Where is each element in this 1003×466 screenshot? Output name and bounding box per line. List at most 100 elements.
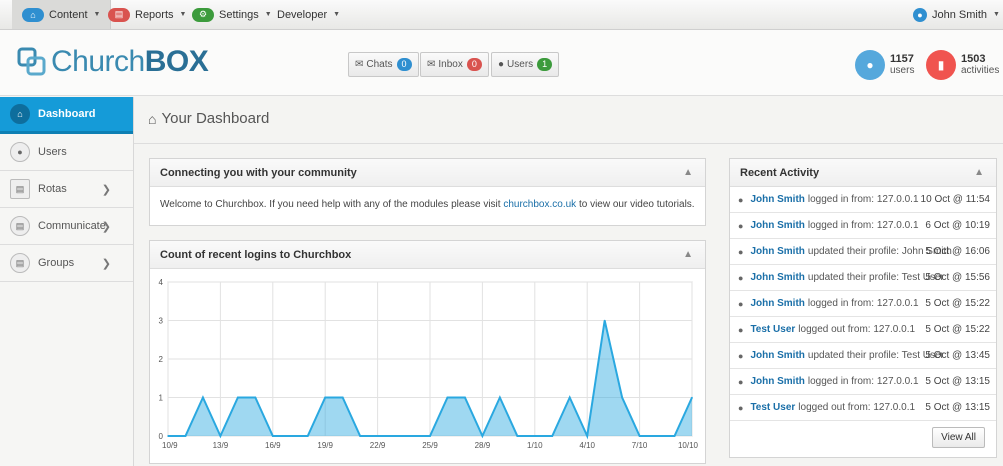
activity-time: 5 Oct @ 16:06 (925, 246, 990, 257)
sidebar-item-label: Communicate (38, 220, 106, 232)
data-point (272, 435, 274, 437)
chevron-down-icon: ▼ (179, 11, 187, 18)
nav-content-menu[interactable]: ⌂ Content ▼ (12, 0, 112, 29)
data-point (202, 396, 204, 399)
activity-time: 5 Oct @ 13:15 (925, 402, 990, 413)
activity-row: ● John Smith logged in from: 127.0.0.1 5 Oc… (730, 369, 996, 395)
activity-row: ● John Smith updated their profile: Test U… (730, 265, 996, 291)
chevron-up-icon[interactable]: ▲ (683, 249, 693, 260)
data-point (586, 435, 588, 437)
y-tick-label: 0 (159, 432, 164, 441)
nav-developer-menu[interactable]: Developer ▼ (277, 0, 340, 29)
sidebar-item-groups[interactable]: ▤ Groups ❯ (0, 245, 133, 282)
nav-settings-menu[interactable]: ⚙ Settings ▼ (192, 0, 272, 29)
nav-developer-label: Developer (277, 8, 328, 21)
churchbox-link[interactable]: churchbox.co.uk (503, 199, 576, 210)
data-point (167, 435, 169, 437)
data-point (464, 396, 466, 399)
x-tick-label: 19/9 (317, 441, 333, 450)
y-tick-label: 2 (159, 355, 164, 364)
user-icon: ● (498, 59, 505, 70)
inbox-button[interactable]: ✉ Inbox 0 (420, 52, 489, 77)
activity-text: logged in from: 127.0.0.1 (807, 194, 919, 205)
users-button[interactable]: ● Users 1 (491, 52, 560, 77)
activity-time: 5 Oct @ 13:15 (925, 376, 990, 387)
activity-user-link[interactable]: John Smith (750, 298, 804, 309)
activity-user-link[interactable]: Test User (750, 402, 795, 413)
x-tick-label: 4/10 (579, 441, 595, 450)
sidebar-item-rotas[interactable]: ▤ Rotas ❯ (0, 171, 133, 208)
logins-chart-panel: Count of recent logins to Churchbox ▲ 01… (149, 240, 706, 464)
data-point (516, 435, 519, 437)
welcome-panel: Connecting you with your community ▲ Wel… (149, 158, 706, 226)
user-menu[interactable]: ● John Smith ▼ (913, 0, 1000, 29)
table-icon: ▤ (10, 179, 30, 199)
user-icon: ● (738, 402, 744, 413)
activity-user-link[interactable]: John Smith (750, 194, 804, 205)
activity-text: logged out from: 127.0.0.1 (798, 324, 916, 335)
activity-user-link[interactable]: John Smith (750, 376, 804, 387)
users-stat-label: users (890, 65, 915, 76)
chevron-right-icon: ❯ (101, 257, 111, 270)
nav-reports-label: Reports (135, 8, 174, 21)
activities-stat-number: 1503 (961, 53, 986, 65)
x-tick-label: 16/9 (265, 441, 281, 450)
chevron-up-icon[interactable]: ▲ (974, 167, 984, 178)
user-name: John Smith (932, 8, 988, 21)
home-icon: ⌂ (148, 110, 157, 127)
churchbox-logo[interactable]: ChurchBOX (17, 45, 209, 79)
inbox-label: Inbox (438, 59, 463, 70)
activity-text: updated their profile: Test User (807, 272, 944, 283)
sidebar-item-communicate[interactable]: ▤ Communicate ❯ (0, 208, 133, 245)
view-all-button[interactable]: View All (932, 427, 985, 448)
data-point (551, 435, 554, 437)
sidebar: ⌂ Dashboard ● Users ▤ Rotas ❯ ▤ Communic… (0, 97, 134, 466)
x-tick-label: 13/9 (213, 441, 229, 450)
activity-row: ● Test User logged out from: 127.0.0.1 5 Oc… (730, 395, 996, 421)
data-point (289, 435, 292, 437)
activities-stat: ▮ 1503 activities (926, 50, 999, 80)
user-icon: ● (738, 298, 744, 309)
signal-icon: ▮ (926, 50, 956, 80)
activity-user-link[interactable]: Test User (750, 324, 795, 335)
chevron-up-icon[interactable]: ▲ (683, 167, 693, 178)
activity-user-link[interactable]: John Smith (750, 220, 804, 231)
data-point (638, 435, 641, 437)
y-tick-label: 1 (159, 394, 164, 403)
sidebar-item-users[interactable]: ● Users (0, 134, 133, 171)
data-point (429, 435, 431, 437)
home-icon: ⌂ (22, 7, 44, 22)
welcome-panel-body: Welcome to Churchbox. If you need help w… (150, 187, 705, 222)
top-nav-bar: ⌂ Content ▼ ▤ Reports ▼ ⚙ Settings ▼ Dev… (0, 0, 1003, 30)
activity-user-link[interactable]: John Smith (750, 272, 804, 283)
activity-time: 5 Oct @ 15:22 (925, 324, 990, 335)
data-point (691, 396, 693, 399)
header: ChurchBOX ✉ Chats 0 ✉ Inbox 0 ● Users 1 … (0, 30, 1003, 96)
users-count-badge: 1 (537, 58, 553, 71)
sidebar-item-dashboard[interactable]: ⌂ Dashboard (0, 97, 133, 134)
activity-row: ● Test User logged out from: 127.0.0.1 5 Oc… (730, 317, 996, 343)
activity-row: ● John Smith logged in from: 127.0.0.1 6 Oc… (730, 213, 996, 239)
x-tick-label: 28/9 (475, 441, 491, 450)
activity-user-link[interactable]: John Smith (750, 350, 804, 361)
activity-time: 5 Oct @ 15:22 (925, 298, 990, 309)
chats-button[interactable]: ✉ Chats 0 (348, 52, 419, 77)
activity-panel-title: Recent Activity (740, 166, 820, 179)
data-point (341, 396, 344, 399)
activity-row: ● John Smith logged in from: 127.0.0.1 10 O… (730, 187, 996, 213)
activity-time: 10 Oct @ 11:54 (920, 194, 990, 205)
user-icon: ● (738, 246, 744, 257)
user-icon: ● (738, 194, 744, 205)
user-icon: ● (913, 7, 927, 22)
users-stat-number: 1157 (890, 53, 914, 65)
data-point (411, 435, 414, 437)
activity-text: updated their profile: Test User (807, 350, 944, 361)
inbox-icon: ✉ (427, 59, 436, 70)
logins-chart: 0 1 2 3 4 10/9 13/9 16/9 19/9 22/9 25/9 28/9 1/10 4/1… (159, 278, 699, 450)
activity-time: 5 Oct @ 13:45 (925, 350, 990, 361)
activity-user-link[interactable]: John Smith (750, 246, 804, 257)
x-tick-label: 10/9 (162, 441, 178, 450)
nav-reports-menu[interactable]: ▤ Reports ▼ (108, 0, 186, 29)
recent-activity-panel: Recent Activity ▲ ● John Smith logged in f… (729, 158, 997, 458)
data-point (621, 396, 623, 399)
